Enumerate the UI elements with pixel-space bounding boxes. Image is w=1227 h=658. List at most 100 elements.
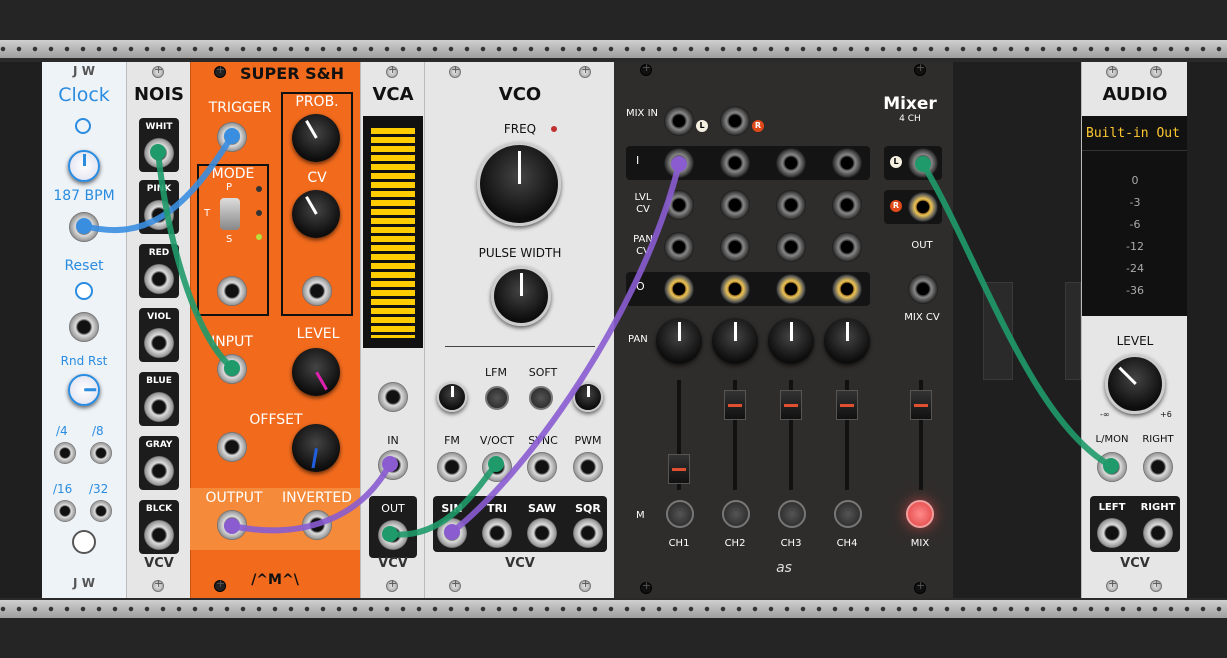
level-knob[interactable]: [292, 348, 340, 396]
audio-level-knob[interactable]: [1105, 354, 1165, 414]
viol-jack[interactable]: [144, 328, 174, 358]
output-jack[interactable]: [217, 510, 247, 540]
ch1-lvl-cv-jack[interactable]: [664, 190, 694, 220]
saw-jack[interactable]: [527, 518, 557, 548]
sin-jack[interactable]: [437, 518, 467, 548]
ch4-output-jack[interactable]: [832, 274, 862, 304]
trigger-jack[interactable]: [217, 122, 247, 152]
soft-button[interactable]: [529, 386, 553, 410]
vca-in-jack[interactable]: [378, 450, 408, 480]
prob-knob[interactable]: [292, 114, 340, 162]
pwm-jack[interactable]: [573, 452, 603, 482]
right-out-jack[interactable]: [1143, 518, 1173, 548]
db-6-label: -6: [1129, 218, 1141, 231]
bpm-knob[interactable]: [68, 150, 100, 182]
ch4-lvl-cv-jack[interactable]: [832, 190, 862, 220]
gray-jack[interactable]: [144, 456, 174, 486]
ch1-output-jack[interactable]: [664, 274, 694, 304]
pulse-width-knob[interactable]: [491, 266, 551, 326]
ch3-input-jack[interactable]: [776, 148, 806, 178]
run-toggle[interactable]: [75, 118, 91, 134]
ch1-pan-knob[interactable]: [656, 318, 702, 364]
blck-jack[interactable]: [144, 520, 174, 550]
ch2-lvl-cv-jack[interactable]: [720, 190, 750, 220]
sqr-jack[interactable]: [573, 518, 603, 548]
ch3-lvl-cv-jack[interactable]: [776, 190, 806, 220]
div4-label: /4: [56, 424, 68, 438]
screw-icon: [579, 63, 591, 78]
right-in-jack[interactable]: [1143, 452, 1173, 482]
ch1-pan-cv-jack[interactable]: [664, 232, 694, 262]
mixer-subtitle: 4 CH: [899, 114, 921, 124]
mix-cv-jack[interactable]: [908, 274, 938, 304]
clock-out-jack[interactable]: [69, 212, 99, 242]
ch2-output-jack[interactable]: [720, 274, 750, 304]
div16-jack[interactable]: [54, 500, 76, 522]
offset-jack[interactable]: [217, 432, 247, 462]
fm-knob[interactable]: [437, 382, 467, 412]
div4-jack[interactable]: [54, 442, 76, 464]
left-out-jack[interactable]: [1097, 518, 1127, 548]
vca-in-label: IN: [387, 434, 399, 447]
tri-jack[interactable]: [482, 518, 512, 548]
vca-cv-jack[interactable]: [378, 382, 408, 412]
out-l-jack[interactable]: [908, 148, 938, 178]
red-label: RED: [148, 248, 170, 258]
mix-fader[interactable]: [910, 390, 932, 420]
mix-in-r-jack[interactable]: [720, 106, 750, 136]
ch4-input-jack[interactable]: [832, 148, 862, 178]
prob-cv-knob[interactable]: [292, 190, 340, 238]
ch1-mute-button[interactable]: [666, 500, 694, 528]
ch2-pan-cv-jack[interactable]: [720, 232, 750, 262]
audio-device-select[interactable]: Built-in Out: [1086, 126, 1180, 141]
pink-jack[interactable]: [144, 200, 174, 230]
ch2-input-jack[interactable]: [720, 148, 750, 178]
ch2-mute-button[interactable]: [722, 500, 750, 528]
ch3-output-jack[interactable]: [776, 274, 806, 304]
red-jack[interactable]: [144, 264, 174, 294]
pwm-label: PWM: [574, 434, 602, 447]
voct-jack[interactable]: [482, 452, 512, 482]
prob-cv-jack[interactable]: [302, 276, 332, 306]
clock-brand: J W: [73, 64, 95, 78]
reset-button[interactable]: [75, 282, 93, 300]
screw-icon: [386, 577, 398, 592]
inverted-jack[interactable]: [302, 510, 332, 540]
ch3-mute-button[interactable]: [778, 500, 806, 528]
rnd-rst-knob[interactable]: [68, 374, 100, 406]
ch4-fader[interactable]: [836, 390, 858, 420]
freq-knob[interactable]: [477, 142, 561, 226]
offset-knob[interactable]: [292, 424, 340, 472]
ch2-fader[interactable]: [724, 390, 746, 420]
viol-label: VIOL: [147, 312, 171, 322]
out-r-jack[interactable]: [908, 192, 938, 222]
whit-jack[interactable]: [144, 138, 174, 168]
mix-in-label: MIX IN: [625, 108, 659, 119]
right-out-label: RIGHT: [1140, 502, 1176, 513]
ch1-input-jack[interactable]: [664, 148, 694, 178]
mode-jack[interactable]: [217, 276, 247, 306]
mode-switch[interactable]: [220, 198, 240, 230]
mix-mute-button[interactable]: [906, 500, 934, 528]
mix-in-l-jack[interactable]: [664, 106, 694, 136]
input-jack[interactable]: [217, 354, 247, 384]
trigger-label: TRIGGER: [208, 100, 272, 116]
fm-jack[interactable]: [437, 452, 467, 482]
ch4-pan-cv-jack[interactable]: [832, 232, 862, 262]
reset-jack[interactable]: [69, 312, 99, 342]
pwm-knob[interactable]: [573, 382, 603, 412]
ch3-fader[interactable]: [780, 390, 802, 420]
blue-jack[interactable]: [144, 392, 174, 422]
ch3-pan-knob[interactable]: [768, 318, 814, 364]
lmon-jack[interactable]: [1097, 452, 1127, 482]
lfm-button[interactable]: [485, 386, 509, 410]
div32-jack[interactable]: [90, 500, 112, 522]
ch3-pan-cv-jack[interactable]: [776, 232, 806, 262]
ch4-mute-button[interactable]: [834, 500, 862, 528]
ch4-pan-knob[interactable]: [824, 318, 870, 364]
vca-out-jack[interactable]: [378, 520, 408, 550]
ch1-fader[interactable]: [668, 454, 690, 484]
ch2-pan-knob[interactable]: [712, 318, 758, 364]
sync-jack[interactable]: [527, 452, 557, 482]
div8-jack[interactable]: [90, 442, 112, 464]
